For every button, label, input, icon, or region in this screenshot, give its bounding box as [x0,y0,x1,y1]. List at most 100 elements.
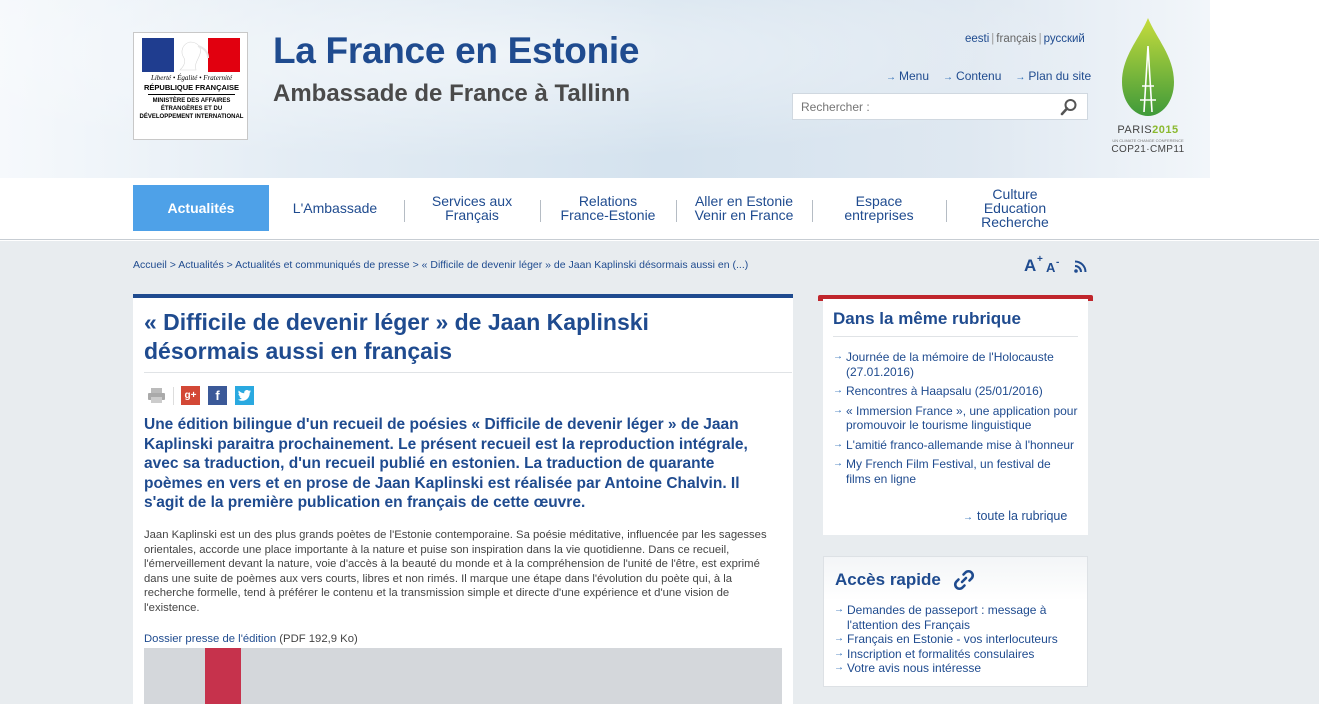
increase-font-icon[interactable]: A [1024,256,1036,276]
list-item[interactable]: → Inscription et formalités consulaires [834,647,1079,662]
list-item[interactable]: → Votre avis nous intéresse [834,661,1079,676]
plus-icon: + [1037,254,1043,265]
cop-sub-label: COP21·CMP11 [1111,144,1185,155]
nav-item-culture[interactable]: Culture Education Recherche [952,185,1078,231]
toute-la-rubrique-link[interactable]: → toute la rubrique [963,509,1067,523]
arrow-right-icon: → [833,385,843,396]
cop-paris-label: PARIS2015 [1106,124,1190,136]
cop-year: 2015 [1152,124,1179,136]
nav-item-relations[interactable]: Relations France-Estonie [546,185,670,231]
arrow-right-icon: → [834,604,844,615]
plan-du-site-link[interactable]: → Plan du site [1015,69,1091,83]
breadcrumb[interactable]: Accueil > Actualités > Actualités et com… [133,259,748,271]
republic-motto: Liberté • Égalité • Fraternité [150,74,233,82]
nav-item-actualites[interactable]: Actualités [133,185,269,231]
search-box [792,93,1088,120]
nav-separator [540,200,541,222]
nav-separator [946,200,947,222]
minus-icon: - [1056,257,1060,268]
lang-link-russian[interactable]: русский [1044,33,1085,45]
contenu-link[interactable]: → Contenu [943,69,1001,83]
plan-du-site-link-label: Plan du site [1028,69,1092,83]
acces-rapide-box: Accès rapide → Demandes de passeport : me… [823,556,1088,687]
list-item-label: Français en Estonie - vos interlocuteurs [847,632,1058,646]
marianne-flag-icon [142,38,240,72]
facebook-icon[interactable]: f [208,386,227,405]
list-item[interactable]: → Journée de la mémoire de l'Holocauste (… [833,350,1078,379]
arrow-right-icon: → [833,351,843,362]
site-header: Liberté • Égalité • Fraternité RÉPUBLIQU… [0,0,1319,178]
same-rubrique-content: Dans la même rubrique → Journée de la mém… [823,299,1088,535]
language-switcher: eesti | français | русский [965,33,1085,45]
article-lead: Une édition bilingue d'un recueil de poé… [144,416,748,511]
site-title[interactable]: La France en Estonie [273,30,639,72]
print-icon[interactable] [147,386,166,405]
search-icon[interactable] [1060,98,1078,116]
title-divider [144,372,792,373]
nav-item-services[interactable]: Services aux Français [410,185,534,231]
list-item[interactable]: → Rencontres à Haapsalu (25/01/2016) [833,384,1078,399]
search-input[interactable] [801,98,1051,116]
arrow-right-icon: → [834,647,844,659]
google-plus-icon[interactable]: g+ [181,386,200,405]
arrow-right-icon: → [834,662,844,673]
article: « Difficile de devenir léger » de Jaan K… [133,294,793,704]
chain-link-icon [953,569,975,591]
logo-divider [148,94,235,95]
arrow-right-icon: → [834,633,844,644]
twitter-icon[interactable] [235,386,254,405]
dossier-pdf-link[interactable]: Dossier presse de l'édition [144,633,276,645]
menu-link[interactable]: → Menu [886,69,929,83]
ministry-name: MINISTÈRE DES AFFAIRES ÉTRANGÈRES ET DU … [139,98,244,120]
text-size-tools: A + A - [1024,254,1094,276]
same-rubrique-list: → Journée de la mémoire de l'Holocauste (… [833,350,1078,491]
book-cover-image [144,648,782,704]
share-divider [173,387,174,405]
cop21-logo[interactable]: PARIS2015 UN CLIMATE CHANGE CONFERENCE C… [1106,16,1190,161]
list-item-label: My French Film Festival, un festival de … [846,457,1051,486]
article-body: Jaan Kaplinski est un des plus grands po… [144,529,767,614]
same-rubrique-title: Dans la même rubrique [833,309,1022,328]
toute-la-rubrique-label: toute la rubrique [977,509,1068,523]
contenu-link-label: Contenu [956,69,1002,83]
nav-item-entreprises[interactable]: Espace entreprises [818,185,940,231]
list-item[interactable]: → Demandes de passeport : message à l'att… [834,603,1079,632]
book-spine [205,648,241,704]
arrow-right-icon: → [833,438,843,450]
nav-separator [812,200,813,222]
same-rubrique-divider [833,336,1078,337]
arrow-right-icon: → [963,512,973,523]
leaf-icon [1122,18,1174,116]
acces-rapide-list: → Demandes de passeport : message à l'att… [834,603,1079,676]
lang-link-francais[interactable]: français [996,33,1036,45]
rss-icon[interactable] [1074,260,1087,273]
list-item[interactable]: → My French Film Festival, un festival de… [833,457,1078,486]
arrow-right-icon: → [833,458,843,469]
list-item-label: L'amitié franco-allemande mise à l'honne… [846,437,1075,452]
government-logo[interactable]: Liberté • Égalité • Fraternité RÉPUBLIQU… [133,32,248,140]
menu-link-label: Menu [899,69,930,83]
list-item-label: Journée de la mémoire de l'Holocauste (2… [846,350,1054,379]
list-item[interactable]: → Français en Estonie - vos interlocuteur… [834,632,1079,647]
nav-item-aller-venir[interactable]: Aller en Estonie Venir en France [680,185,808,231]
nav-item-ambassade[interactable]: L'Ambassade [272,185,398,231]
arrow-right-icon: → [1015,72,1026,83]
list-item-label: Demandes de passeport : message à l'atte… [847,603,1047,632]
main-nav: Actualités L'Ambassade Services aux Fran… [0,178,1319,240]
republic-name: RÉPUBLIQUE FRANÇAISE [143,83,239,92]
list-item-label: Rencontres à Haapsalu (25/01/2016) [846,384,1043,398]
decrease-font-icon[interactable]: A [1046,260,1055,275]
list-item[interactable]: → « Immersion France », une application p… [833,404,1078,433]
arrow-right-icon: → [833,404,843,416]
dossier-pdf-meta: (PDF 192,9 Ko) [279,633,358,645]
site-subtitle: Ambassade de France à Tallinn [273,80,631,107]
lang-link-eesti[interactable]: eesti [965,33,989,45]
cop-paris-text: PARIS [1117,124,1153,136]
cop-mini-label: UN CLIMATE CHANGE CONFERENCE [1112,138,1184,143]
same-rubrique-box: Dans la même rubrique → Journée de la mém… [818,295,1093,535]
list-item-label: Inscription et formalités consulaires [847,646,1035,661]
dossier-download: Dossier presse de l'édition (PDF 192,9 K… [144,633,358,645]
list-item[interactable]: → L'amitié franco-allemande mise à l'honn… [833,438,1078,453]
nav-separator [404,200,405,222]
nav-separator [676,200,677,222]
